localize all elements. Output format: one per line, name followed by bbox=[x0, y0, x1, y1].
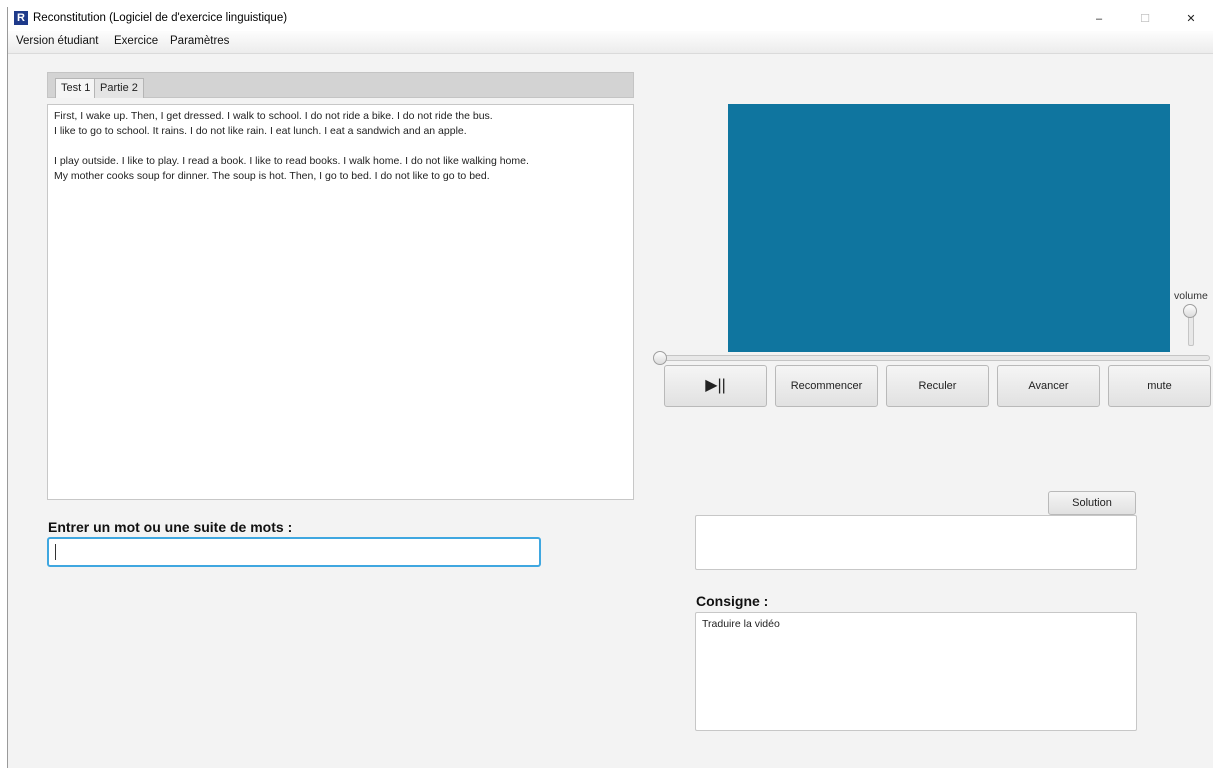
mute-button[interactable]: mute bbox=[1108, 365, 1211, 407]
consigne-field[interactable]: Traduire la vidéo bbox=[695, 612, 1137, 731]
menu-version-etudiant[interactable]: Version étudiant bbox=[16, 35, 98, 47]
app-logo-icon: R bbox=[14, 11, 28, 25]
word-entry-input[interactable] bbox=[47, 537, 541, 567]
menu-exercice[interactable]: Exercice bbox=[114, 35, 158, 47]
seek-slider-thumb[interactable] bbox=[653, 351, 667, 365]
back-button[interactable]: Reculer bbox=[886, 365, 989, 407]
menu-bar: Version étudiant Exercice Paramètres bbox=[8, 31, 1213, 54]
tab-bar: Test 1 Partie 2 bbox=[47, 72, 634, 98]
consigne-text: Traduire la vidéo bbox=[702, 618, 780, 630]
exercise-text-area[interactable]: First, I wake up. Then, I get dressed. I… bbox=[47, 104, 634, 500]
volume-slider-thumb[interactable] bbox=[1183, 304, 1197, 318]
maximize-button[interactable]: ☐ bbox=[1122, 7, 1168, 31]
restart-button[interactable]: Recommencer bbox=[775, 365, 878, 407]
text-caret bbox=[55, 544, 56, 560]
text-line: I like to go to school. It rains. I do n… bbox=[54, 125, 467, 137]
solution-button[interactable]: Solution bbox=[1048, 491, 1136, 515]
menu-parametres[interactable]: Paramètres bbox=[170, 35, 229, 47]
seek-slider-track[interactable] bbox=[658, 355, 1210, 361]
text-line: My mother cooks soup for dinner. The sou… bbox=[54, 170, 490, 182]
tab-partie-2[interactable]: Partie 2 bbox=[94, 78, 144, 98]
video-display[interactable] bbox=[728, 104, 1170, 352]
consigne-label: Consigne : bbox=[696, 593, 769, 609]
tab-test-1[interactable]: Test 1 bbox=[55, 78, 97, 98]
play-pause-button[interactable]: ▶|| bbox=[664, 365, 767, 407]
entry-label: Entrer un mot ou une suite de mots : bbox=[48, 519, 293, 535]
text-line-blank bbox=[54, 139, 627, 154]
text-line: First, I wake up. Then, I get dressed. I… bbox=[54, 110, 493, 122]
forward-button[interactable]: Avancer bbox=[997, 365, 1100, 407]
app-window: R Reconstitution (Logiciel de d'exercice… bbox=[7, 7, 1213, 768]
window-title: Reconstitution (Logiciel de d'exercice l… bbox=[33, 12, 288, 24]
minimize-button[interactable]: – bbox=[1076, 7, 1122, 31]
title-bar: R Reconstitution (Logiciel de d'exercice… bbox=[8, 7, 1213, 31]
solution-field[interactable] bbox=[695, 515, 1137, 570]
close-button[interactable]: ✕ bbox=[1168, 7, 1213, 31]
volume-label: volume bbox=[1174, 290, 1208, 302]
text-line: I play outside. I like to play. I read a… bbox=[54, 155, 529, 167]
